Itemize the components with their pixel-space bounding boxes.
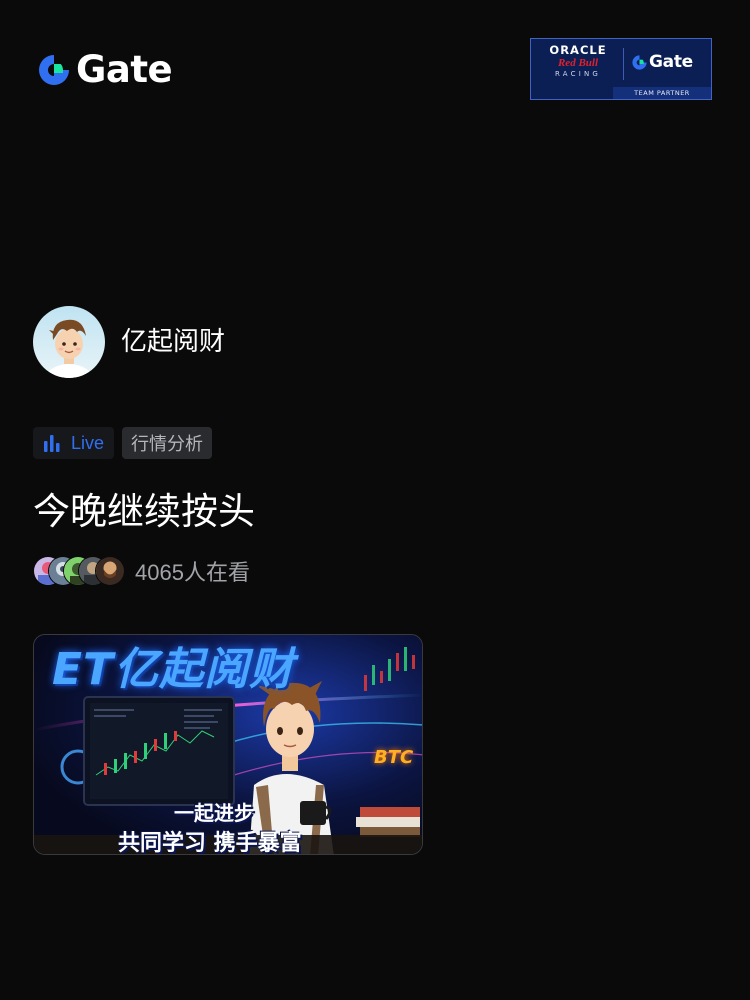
live-badge: Live xyxy=(33,427,115,459)
gate-logo-icon xyxy=(632,54,647,70)
brand-name: Gate xyxy=(76,48,173,91)
streamer-info[interactable]: 亿起阅财 xyxy=(33,306,225,378)
streamer-avatar[interactable] xyxy=(33,306,105,378)
streamer-name: 亿起阅财 xyxy=(121,327,226,357)
thumbnail-headline: ET亿起阅财 xyxy=(52,644,295,695)
thumbnail-btc-label: BTC xyxy=(374,747,414,768)
viewer-info: 4065人在看 xyxy=(33,555,250,587)
gate-logo[interactable]: Gate xyxy=(36,48,173,91)
partner-gate-logo: Gate xyxy=(631,52,693,72)
viewer-avatars xyxy=(33,556,129,586)
partner-gate-name: Gate xyxy=(649,52,693,72)
thumbnail-slogan-2: 共同学习 携手暴富 xyxy=(118,831,302,855)
partner-divider xyxy=(623,48,624,80)
thumbnail-slogan-1: 一起进步 xyxy=(174,801,254,825)
stream-tags: Live 行情分析 xyxy=(33,427,213,459)
avatar-illustration xyxy=(33,306,105,378)
stream-title: 今晚继续按头 xyxy=(33,490,255,533)
racing-text: RACING xyxy=(554,70,602,78)
viewer-count: 4065人在看 xyxy=(135,560,250,585)
team-partner-badge: ORACLE Red Bull RACING Gate TEAM PARTNER xyxy=(530,38,712,100)
redbull-text: Red Bull xyxy=(557,57,599,69)
oracle-redbull-racing-logo: ORACLE Red Bull RACING xyxy=(537,44,619,79)
team-partner-label: TEAM PARTNER xyxy=(613,87,711,99)
bar-chart-icon xyxy=(44,435,60,452)
category-tag[interactable]: 行情分析 xyxy=(122,427,213,459)
gate-logo-icon xyxy=(39,55,69,85)
live-label: Live xyxy=(71,432,105,453)
oracle-text: ORACLE xyxy=(549,43,607,57)
stream-thumbnail[interactable]: ET亿起阅财 BTC 一起进步 共同学习 携手暴富 xyxy=(33,634,423,855)
viewer-avatar xyxy=(95,556,125,586)
